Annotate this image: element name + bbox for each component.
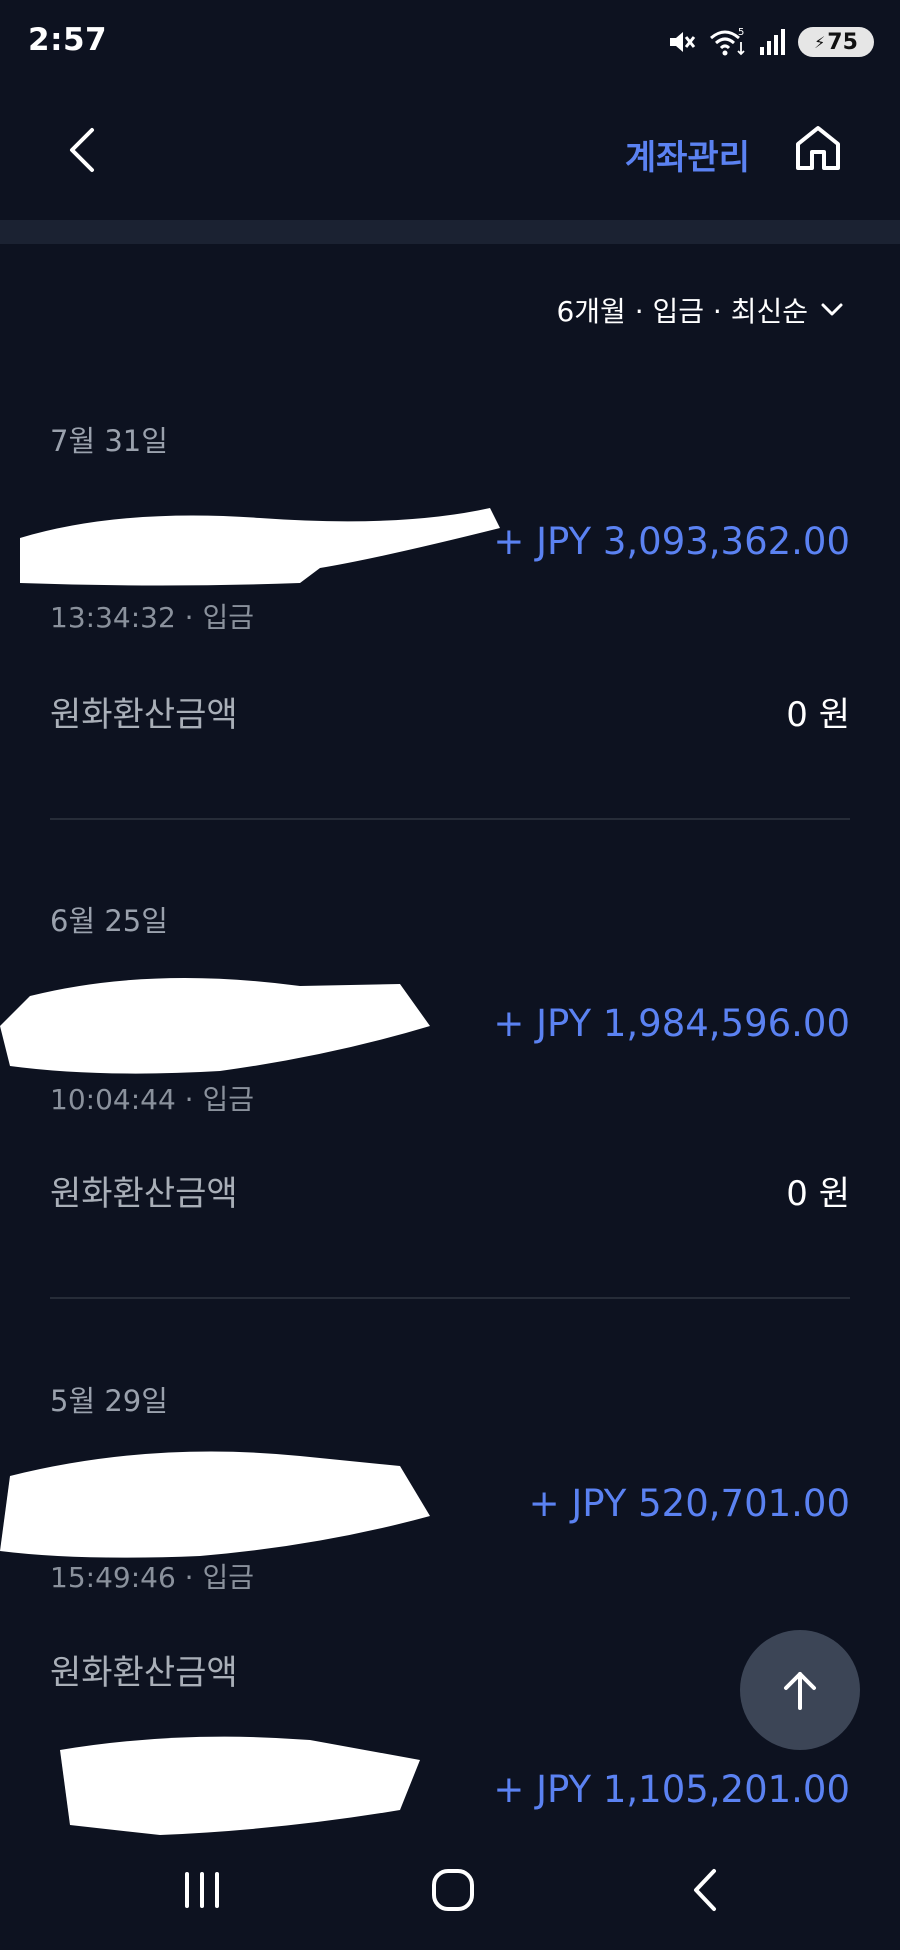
row-divider: [50, 818, 850, 820]
recents-button[interactable]: [162, 1860, 242, 1920]
redaction-mark: [20, 508, 500, 586]
battery-level: 75: [827, 29, 858, 55]
filter-label: 6개월 · 입금 · 최신순: [556, 295, 808, 328]
row-divider: [50, 1297, 850, 1299]
krw-label: 원화환산금액: [50, 1174, 238, 1214]
section-divider: [0, 220, 900, 244]
home-nav-icon: [432, 1869, 474, 1911]
home-nav-button[interactable]: [413, 1860, 493, 1920]
account-manage-link[interactable]: 계좌관리: [625, 130, 750, 179]
redaction-mark: [0, 978, 430, 1074]
recents-icon: [185, 1872, 219, 1908]
transaction-amount[interactable]: + JPY 1,984,596.00: [493, 1002, 850, 1045]
home-icon[interactable]: [792, 122, 844, 174]
battery-icon: ⚡ 75: [798, 27, 874, 57]
krw-value: 0 원: [786, 1174, 850, 1214]
redaction-mark: [0, 1451, 430, 1558]
scroll-to-top-button[interactable]: [740, 1630, 860, 1750]
wifi-icon: 5: [710, 27, 745, 56]
krw-label: 원화환산금액: [50, 695, 238, 735]
signal-icon: [760, 29, 785, 55]
status-icons: 5 ⚡ 75: [666, 24, 874, 60]
transaction-amount[interactable]: + JPY 520,701.00: [529, 1482, 850, 1525]
back-nav-icon: [694, 1869, 716, 1911]
back-icon[interactable]: [62, 124, 102, 176]
status-time: 2:57: [28, 22, 108, 58]
arrow-up-icon: [784, 1672, 816, 1710]
transaction-amount[interactable]: + JPY 1,105,201.00: [493, 1768, 850, 1811]
back-nav-button[interactable]: [665, 1860, 745, 1920]
krw-label: 원화환산금액: [50, 1653, 238, 1693]
redaction-mark: [60, 1736, 420, 1835]
krw-value: 0 원: [786, 695, 850, 735]
chevron-down-icon: [821, 303, 843, 316]
mute-icon: [670, 32, 696, 52]
transaction-subline: 13:34:32 · 입금: [50, 601, 254, 634]
transaction-date: 5월 29일: [50, 1384, 168, 1418]
transaction-date: 7월 31일: [50, 424, 168, 458]
wifi-badge: 5: [738, 27, 744, 38]
transaction-date: 6월 25일: [50, 904, 168, 938]
transaction-amount[interactable]: + JPY 3,093,362.00: [493, 520, 850, 563]
filter-dropdown[interactable]: 6개월 · 입금 · 최신순: [556, 290, 844, 330]
